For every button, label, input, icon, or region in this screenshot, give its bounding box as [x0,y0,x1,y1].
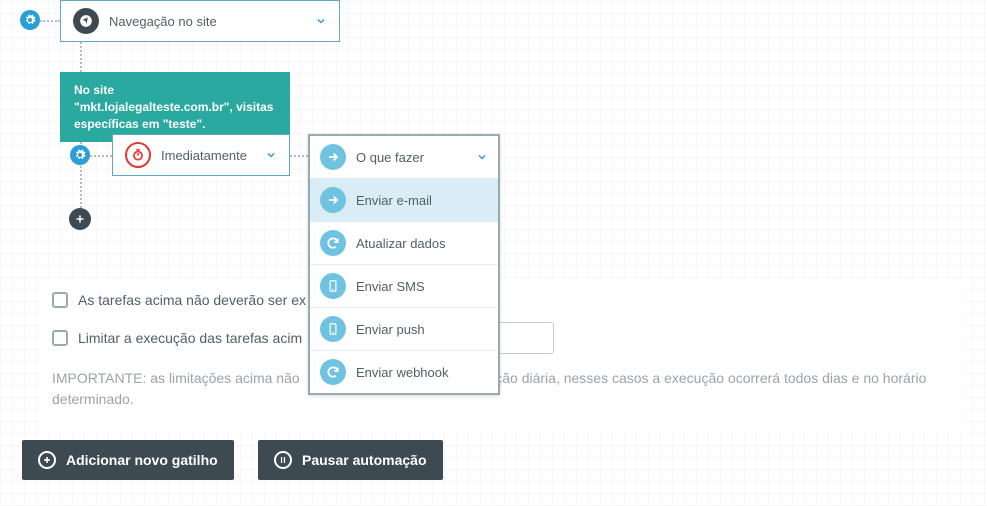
action-option-push[interactable]: Enviar push [310,308,498,351]
action-option-label: Enviar SMS [356,279,425,294]
phone-icon [320,273,346,299]
action-option-label: Enviar push [356,322,425,337]
timer-icon [125,142,151,168]
plus-icon [74,213,86,225]
action-option-update[interactable]: Atualizar dados [310,222,498,265]
pause-automation-label: Pausar automação [302,452,427,468]
action-option-sms[interactable]: Enviar SMS [310,265,498,308]
gear-icon [24,14,36,26]
trigger-node-gear[interactable] [20,10,40,30]
plus-circle-icon [38,451,56,469]
refresh-icon [320,359,346,385]
options-note: IMPORTANTE: as limitações acima não fica… [52,368,955,410]
add-trigger-button[interactable]: Adicionar novo gatilho [22,440,234,480]
action-option-label: Enviar e-mail [356,193,432,208]
trigger-select[interactable]: Navegação no site [60,0,340,42]
pause-automation-button[interactable]: Pausar automação [258,440,443,480]
timing-select[interactable]: Imediatamente [112,134,290,176]
action-option-label: Atualizar dados [356,236,446,251]
trigger-description: No site "mkt.lojalegalteste.com.br", vis… [60,72,290,142]
phone-icon [320,316,346,342]
connector [290,155,308,157]
action-head-label: O que fazer [356,150,424,165]
timing-node-gear[interactable] [70,145,90,165]
gear-icon [74,149,86,161]
chevron-down-icon [315,15,327,27]
checkbox-no-repeat[interactable] [52,292,68,308]
browse-icon [73,8,99,34]
action-select-dropdown[interactable]: O que fazer Enviar e-mail Atualizar dado… [308,134,500,395]
connector [40,20,60,22]
refresh-icon [320,230,346,256]
trigger-label: Navegação no site [109,14,305,29]
checkbox-limit-label: Limitar a execução das tarefas acim [78,330,302,346]
chevron-down-icon [265,149,277,161]
checkbox-no-repeat-label: As tarefas acima não deverão ser ex [78,292,306,308]
action-option-email[interactable]: Enviar e-mail [310,179,498,222]
checkbox-limit[interactable] [52,330,68,346]
arrow-right-icon [320,187,346,213]
add-branch-button[interactable] [69,208,91,230]
limit-input[interactable] [498,322,554,354]
timing-label: Imediatamente [161,148,255,163]
action-option-label: Enviar webhook [356,365,449,380]
action-option-webhook[interactable]: Enviar webhook [310,351,498,393]
arrow-right-icon [320,144,346,170]
pause-circle-icon [274,451,292,469]
options-panel: As tarefas acima não deverão ser ex Limi… [42,278,965,434]
action-select-head[interactable]: O que fazer [310,136,498,179]
add-trigger-label: Adicionar novo gatilho [66,452,218,468]
chevron-down-icon [476,151,488,163]
